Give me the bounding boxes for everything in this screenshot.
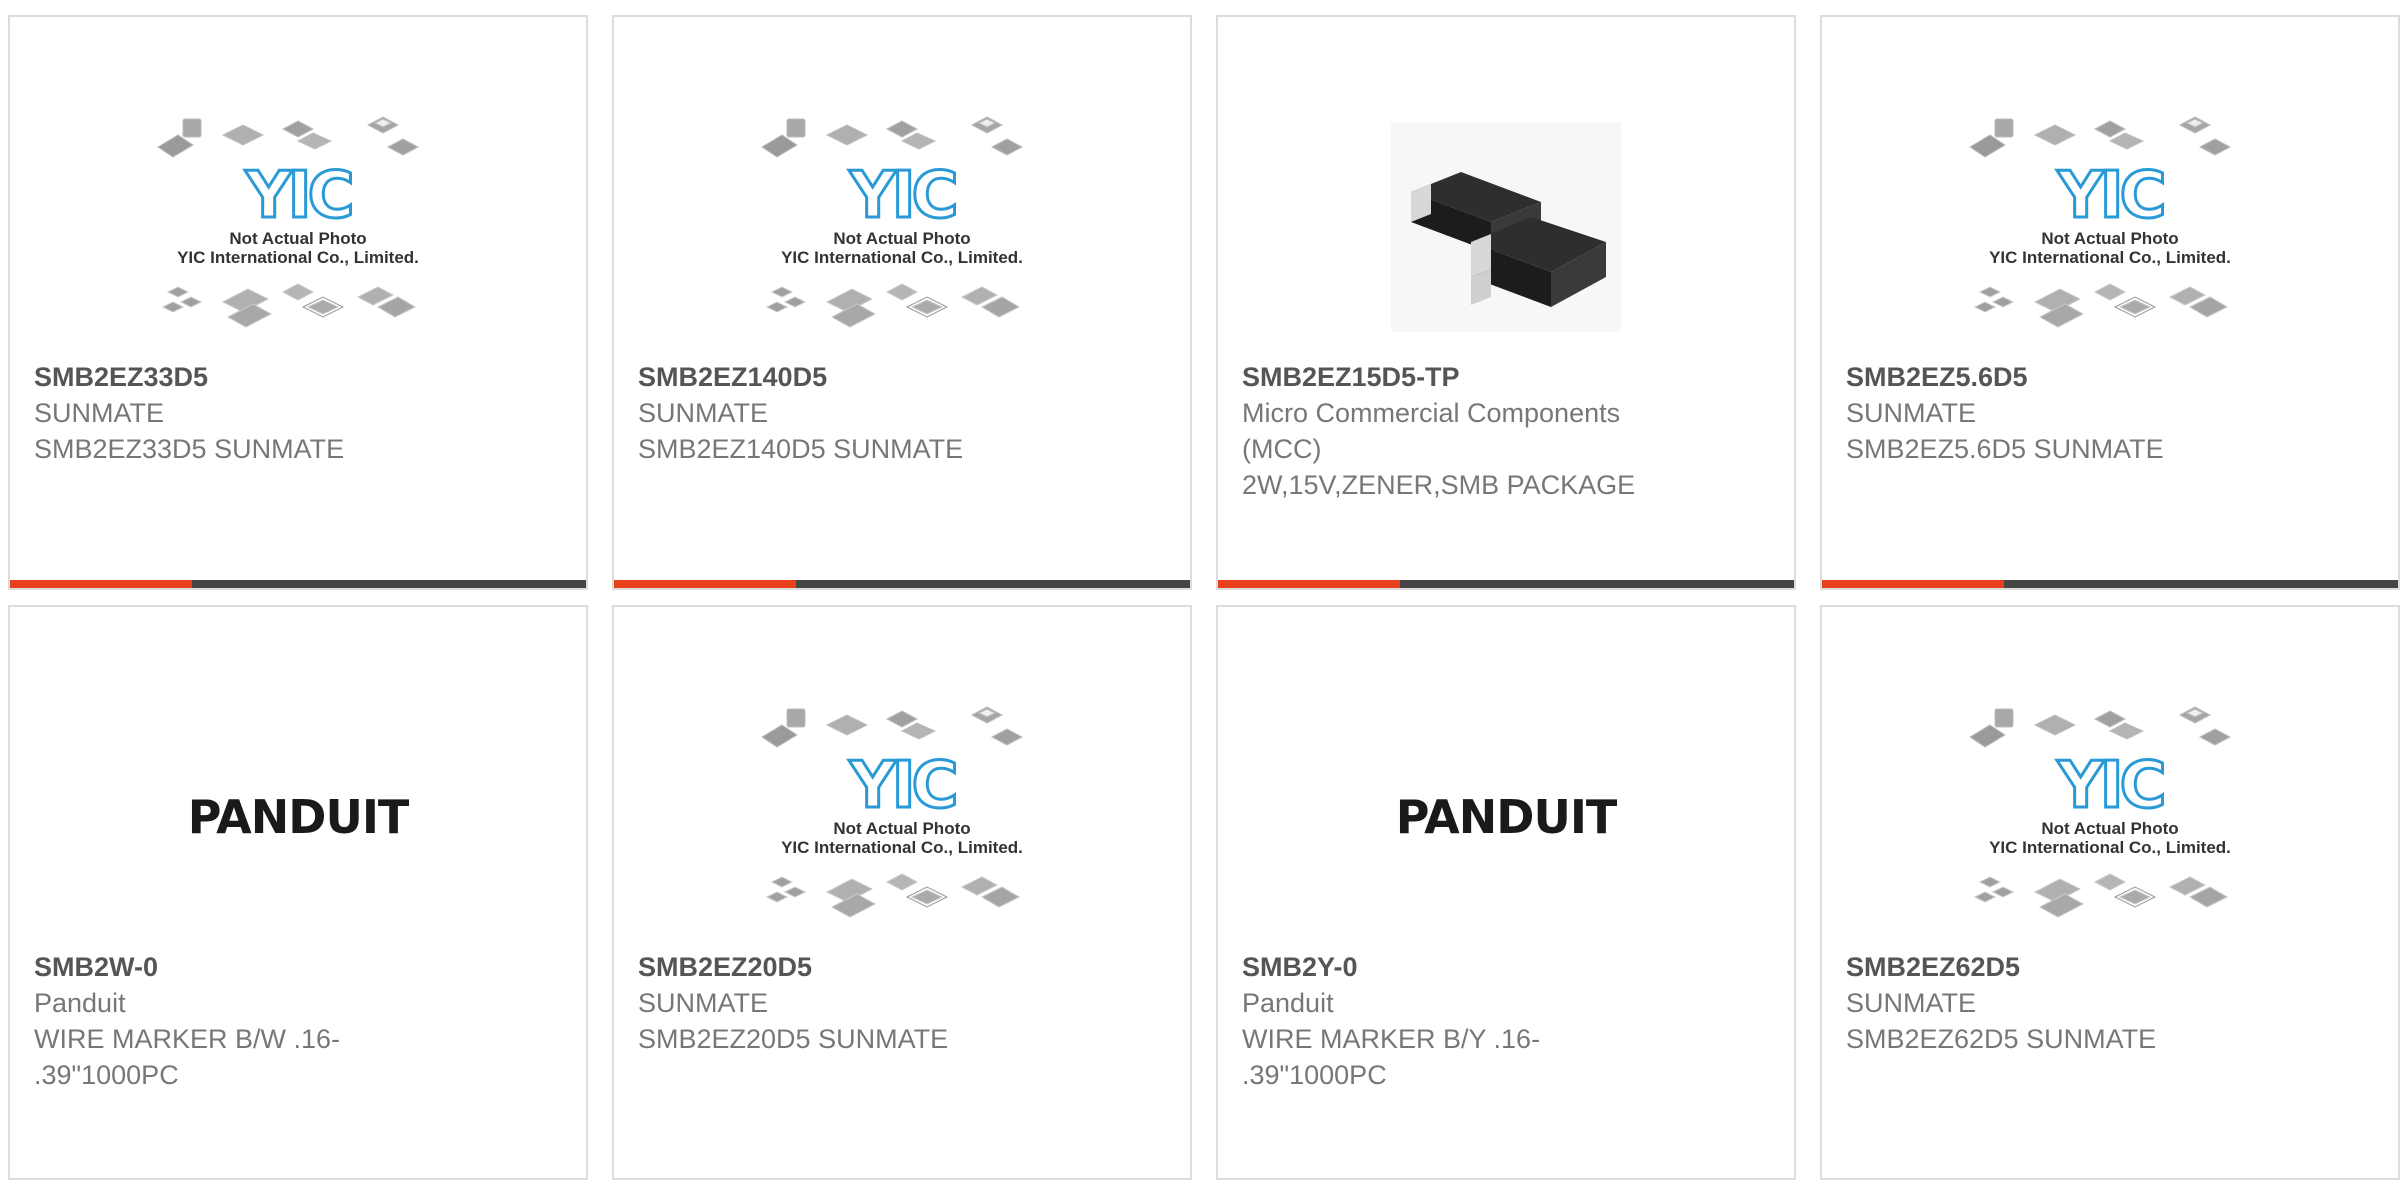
not-actual-photo-image: YIC Not Actual Photo YIC International C… — [1969, 706, 2232, 918]
placeholder-line2: YIC International Co., Limited. — [781, 838, 1023, 857]
part-number-link[interactable]: SMB2Y-0 — [1242, 949, 1770, 985]
product-card[interactable]: YIC Not Actual Photo YIC International C… — [612, 15, 1192, 590]
placeholder-line2: YIC International Co., Limited. — [1989, 248, 2231, 267]
product-image[interactable]: YIC Not Actual Photo YIC International C… — [614, 682, 1190, 952]
card-accent-bar — [1822, 580, 2004, 588]
panduit-logo: PANDUIT — [1395, 790, 1618, 844]
card-bottom-bar — [1822, 580, 2398, 588]
manufacturer-name: Panduit — [1242, 988, 1334, 1018]
part-number-link[interactable]: SMB2W-0 — [34, 949, 562, 985]
not-actual-photo-image: YIC Not Actual Photo YIC International C… — [761, 706, 1024, 918]
card-accent-bar — [10, 580, 192, 588]
product-info: SMB2EZ15D5-TP Micro Commercial Components… — [1242, 359, 1770, 503]
product-info: SMB2EZ62D5 SUNMATE SMB2EZ62D5 SUNMATE — [1846, 949, 2374, 1057]
product-description: SMB2EZ33D5 SUNMATE — [34, 434, 345, 464]
placeholder-line1: Not Actual Photo — [2041, 819, 2178, 838]
placeholder-line2: YIC International Co., Limited. — [1989, 838, 2231, 857]
part-number-link[interactable]: SMB2EZ20D5 — [638, 949, 1166, 985]
product-description: SMB2EZ140D5 SUNMATE — [638, 434, 964, 464]
yic-logo: YIC — [848, 749, 954, 823]
product-grid: YIC Not Actual Photo YIC International C… — [8, 15, 2400, 1180]
manufacturer-name: Micro Commercial Components (MCC) — [1242, 398, 1621, 464]
product-image[interactable]: PANDUIT — [1218, 682, 1794, 952]
product-image[interactable]: YIC Not Actual Photo YIC International C… — [1822, 682, 2398, 952]
product-description: WIRE MARKER B/Y .16- .39"1000PC — [1242, 1024, 1541, 1090]
part-number-link[interactable]: SMB2EZ33D5 — [34, 359, 562, 395]
product-image[interactable]: PANDUIT — [10, 682, 586, 952]
product-info: SMB2EZ20D5 SUNMATE SMB2EZ20D5 SUNMATE — [638, 949, 1166, 1057]
manufacturer-name: SUNMATE — [1846, 988, 1977, 1018]
smb-diode-image — [1391, 122, 1621, 332]
product-card[interactable]: YIC Not Actual Photo YIC International C… — [1820, 15, 2400, 590]
part-number-link[interactable]: SMB2EZ5.6D5 — [1846, 359, 2374, 395]
product-card[interactable]: YIC Not Actual Photo YIC International C… — [1820, 605, 2400, 1180]
product-info: SMB2EZ5.6D5 SUNMATE SMB2EZ5.6D5 SUNMATE — [1846, 359, 2374, 467]
manufacturer-name: SUNMATE — [638, 398, 769, 428]
product-card[interactable]: YIC Not Actual Photo YIC International C… — [8, 15, 588, 590]
product-description: 2W,15V,ZENER,SMB PACKAGE — [1242, 470, 1636, 500]
product-card[interactable]: PANDUIT SMB2W-0 Panduit WIRE MARKER B/W .16… — [8, 605, 588, 1180]
placeholder-line1: Not Actual Photo — [2041, 229, 2178, 248]
product-card[interactable]: SMB2EZ15D5-TP Micro Commercial Components… — [1216, 15, 1796, 590]
product-info: SMB2Y-0 Panduit WIRE MARKER B/Y .16- .39"1… — [1242, 949, 1770, 1093]
not-actual-photo-image: YIC Not Actual Photo YIC International C… — [1969, 116, 2232, 328]
manufacturer-name: SUNMATE — [638, 988, 769, 1018]
yic-logo: YIC — [2056, 749, 2162, 823]
yic-logo: YIC — [244, 159, 350, 233]
placeholder-line1: Not Actual Photo — [833, 819, 970, 838]
not-actual-photo-image: YIC Not Actual Photo YIC International C… — [761, 116, 1024, 328]
card-accent-bar — [1218, 580, 1400, 588]
product-description: SMB2EZ62D5 SUNMATE — [1846, 1024, 2157, 1054]
card-bottom-bar — [614, 580, 1190, 588]
part-number-link[interactable]: SMB2EZ62D5 — [1846, 949, 2374, 985]
manufacturer-name: SUNMATE — [34, 398, 165, 428]
product-info: SMB2W-0 Panduit WIRE MARKER B/W .16- .39"1… — [34, 949, 562, 1093]
part-number-link[interactable]: SMB2EZ15D5-TP — [1242, 359, 1770, 395]
product-image[interactable] — [1218, 92, 1794, 362]
yic-logo: YIC — [2056, 159, 2162, 233]
product-info: SMB2EZ33D5 SUNMATE SMB2EZ33D5 SUNMATE — [34, 359, 562, 467]
product-description: WIRE MARKER B/W .16- .39"1000PC — [34, 1024, 341, 1090]
product-description: SMB2EZ20D5 SUNMATE — [638, 1024, 949, 1054]
part-number-link[interactable]: SMB2EZ140D5 — [638, 359, 1166, 395]
manufacturer-name: SUNMATE — [1846, 398, 1977, 428]
product-description: SMB2EZ5.6D5 SUNMATE — [1846, 434, 2164, 464]
card-accent-bar — [614, 580, 796, 588]
product-image[interactable]: YIC Not Actual Photo YIC International C… — [10, 92, 586, 362]
panduit-logo: PANDUIT — [187, 790, 410, 844]
card-bottom-bar — [10, 580, 586, 588]
placeholder-line2: YIC International Co., Limited. — [177, 248, 419, 267]
product-card[interactable]: PANDUIT SMB2Y-0 Panduit WIRE MARKER B/Y .16… — [1216, 605, 1796, 1180]
product-card[interactable]: YIC Not Actual Photo YIC International C… — [612, 605, 1192, 1180]
not-actual-photo-image: YIC Not Actual Photo YIC International C… — [157, 116, 420, 328]
placeholder-line2: YIC International Co., Limited. — [781, 248, 1023, 267]
card-bottom-bar — [1218, 580, 1794, 588]
product-image[interactable]: YIC Not Actual Photo YIC International C… — [1822, 92, 2398, 362]
product-image[interactable]: YIC Not Actual Photo YIC International C… — [614, 92, 1190, 362]
placeholder-line1: Not Actual Photo — [833, 229, 970, 248]
placeholder-line1: Not Actual Photo — [229, 229, 366, 248]
yic-logo: YIC — [848, 159, 954, 233]
product-info: SMB2EZ140D5 SUNMATE SMB2EZ140D5 SUNMATE — [638, 359, 1166, 467]
manufacturer-name: Panduit — [34, 988, 126, 1018]
